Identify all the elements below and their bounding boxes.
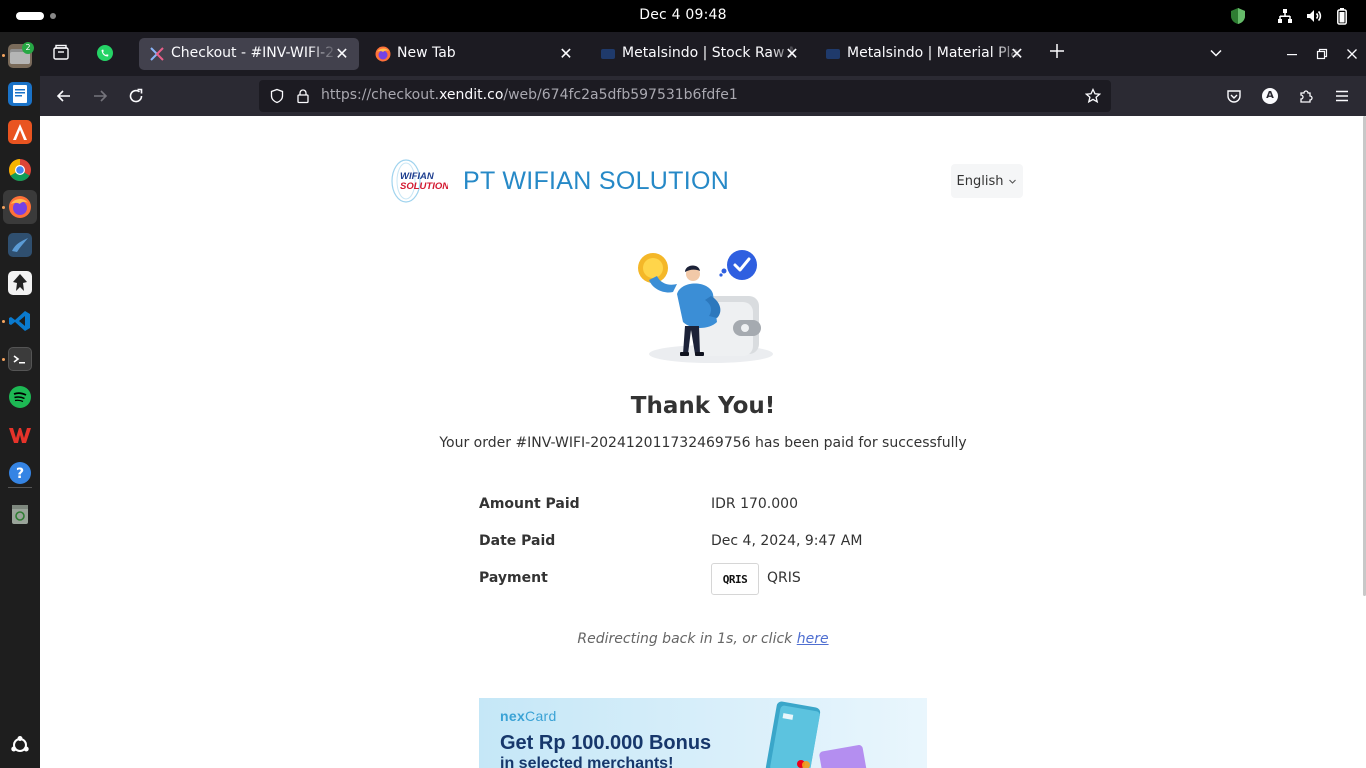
extensions-puzzle-icon[interactable] (1294, 84, 1318, 108)
payment-success-message: Your order #INV-WIFI-202412011732469756 … (439, 435, 967, 451)
new-tab-plus-icon[interactable] (1046, 43, 1068, 65)
close-tab-icon[interactable]: ✕ (782, 44, 802, 64)
credit-card-icon (765, 701, 867, 768)
merchant-logo: WIFIAN SOLUTION (384, 158, 450, 204)
firefox-icon[interactable] (8, 195, 32, 219)
notification-badge: 2 (22, 42, 34, 54)
url-domain: xendit.co (439, 87, 504, 103)
date-paid-value: Dec 4, 2024, 9:47 AM (711, 533, 863, 549)
whatsapp-icon[interactable] (95, 44, 115, 64)
promo-subline: in selected merchants! (500, 755, 674, 768)
firefox-favicon-icon (375, 46, 391, 62)
metalsindo-favicon-icon (825, 46, 841, 62)
tab-new-tab[interactable]: New Tab ✕ (365, 38, 585, 70)
svg-text:?: ? (16, 466, 24, 482)
wps-office-icon[interactable] (8, 423, 32, 447)
qris-logo-icon: QRIS (711, 563, 759, 595)
language-selector[interactable]: English (951, 164, 1023, 198)
mysql-workbench-icon[interactable] (8, 233, 32, 257)
tab-checkout[interactable]: Checkout - #INV-WIFI-20 ✕ (139, 38, 359, 70)
brand-prefix: nex (500, 708, 526, 724)
url-prefix: https://checkout. (321, 87, 440, 103)
close-tab-icon[interactable]: ✕ (332, 44, 352, 64)
shield-icon[interactable] (1229, 6, 1247, 26)
thank-you-heading: Thank You! (630, 393, 776, 419)
logo-text-solution: SOLUTION (400, 181, 448, 192)
payment-method-value: QRIS (767, 570, 801, 586)
close-tab-icon[interactable]: ✕ (1007, 44, 1027, 64)
amount-paid-value: IDR 170.000 (711, 496, 798, 512)
reload-icon[interactable] (124, 84, 148, 108)
tab-metalsindo-stock[interactable]: Metalsindo | Stock Raw M ✕ (590, 38, 810, 70)
account-avatar[interactable]: A (1258, 84, 1282, 108)
running-indicator (2, 206, 5, 209)
hamburger-menu-icon[interactable] (1330, 84, 1354, 108)
spotify-icon[interactable] (8, 385, 32, 409)
terminal-icon[interactable] (8, 347, 32, 371)
tab-title: Metalsindo | Material Pla (847, 45, 1019, 61)
minimize-window-icon[interactable] (1282, 44, 1302, 64)
clock[interactable]: Dec 4 09:48 (0, 7, 1366, 23)
vscode-icon[interactable] (8, 309, 32, 333)
redirect-text: Redirecting back in 1s, or click (577, 631, 797, 647)
nexcard-promo-banner[interactable]: nexCard Get Rp 100.000 Bonus in selected… (479, 698, 927, 768)
tab-title: New Tab (397, 45, 456, 61)
brand-suffix: Card (525, 708, 557, 724)
inkscape-icon[interactable] (8, 271, 32, 295)
amount-paid-label: Amount Paid (479, 496, 580, 512)
restore-window-icon[interactable] (1312, 44, 1332, 64)
url-path: /web/674fc2a5dfb597531b6fdfe1 (503, 87, 738, 103)
running-indicator (2, 358, 5, 361)
tab-title: Metalsindo | Stock Raw M (622, 45, 794, 61)
chrome-icon[interactable] (8, 158, 32, 182)
running-indicator (2, 54, 5, 57)
tab-strip: Checkout - #INV-WIFI-20 ✕ New Tab ✕ Meta… (40, 32, 1366, 76)
account-initial: A (1262, 88, 1278, 104)
battery-icon[interactable] (1334, 6, 1350, 26)
running-indicator (2, 320, 5, 323)
writer-icon[interactable] (8, 82, 32, 106)
promo-headline: Get Rp 100.000 Bonus (500, 732, 712, 754)
metalsindo-favicon-icon (600, 46, 616, 62)
app-center-icon[interactable] (8, 120, 32, 144)
qris-logo-text: QRIS (722, 572, 748, 586)
navigation-bar: https://checkout.xendit.co/web/674fc2a5d… (40, 76, 1366, 116)
merchant-name: PT WIFIAN SOLUTION (463, 167, 730, 195)
volume-icon[interactable] (1304, 6, 1324, 26)
tab-overview-icon[interactable] (52, 44, 70, 62)
back-arrow-icon[interactable] (52, 84, 76, 108)
redirect-notice: Redirecting back in 1s, or click here (40, 631, 1366, 647)
tracking-protection-shield-icon[interactable] (269, 88, 285, 104)
redirect-here-link[interactable]: here (797, 631, 829, 647)
chevron-down-icon (1009, 179, 1017, 184)
trash-icon[interactable] (8, 502, 32, 526)
pocket-icon[interactable] (1222, 84, 1246, 108)
payment-method-label: Payment (479, 570, 548, 586)
dock-separator (8, 487, 32, 488)
date-paid-label: Date Paid (479, 533, 556, 549)
xendit-favicon-icon (149, 46, 165, 62)
payment-success-illustration (633, 250, 779, 368)
help-icon[interactable]: ? (8, 461, 32, 485)
url-bar[interactable]: https://checkout.xendit.co/web/674fc2a5d… (259, 80, 1111, 112)
close-window-icon[interactable] (1342, 44, 1362, 64)
forward-arrow-icon[interactable] (88, 84, 112, 108)
language-label: English (956, 173, 1004, 189)
dock: 2 ? (0, 32, 40, 768)
lock-icon[interactable] (295, 88, 311, 104)
show-apps-icon[interactable] (8, 733, 32, 757)
system-top-bar: Dec 4 09:48 (0, 0, 1366, 32)
page-content: WIFIAN SOLUTION PT WIFIAN SOLUTION Engli… (40, 116, 1366, 768)
nexcard-brand: nexCard (500, 708, 557, 724)
tab-metalsindo-material[interactable]: Metalsindo | Material Pla ✕ (815, 38, 1035, 70)
url-text[interactable]: https://checkout.xendit.co/web/674fc2a5d… (321, 87, 738, 103)
bookmark-star-icon[interactable] (1084, 87, 1102, 104)
close-tab-icon[interactable]: ✕ (556, 44, 576, 64)
network-icon[interactable] (1275, 6, 1295, 26)
list-all-tabs-chevron-icon[interactable] (1206, 44, 1226, 64)
